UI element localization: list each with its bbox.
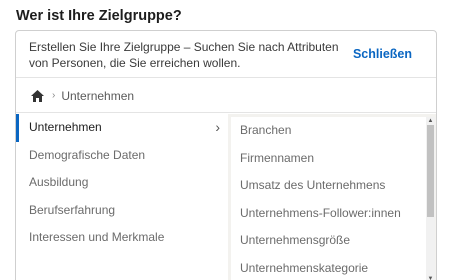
category-label: Unternehmen (29, 120, 102, 134)
category-label: Interessen und Merkmale (29, 230, 165, 244)
scroll-down-arrow-icon[interactable]: ▼ (426, 275, 435, 280)
intro-bar: Erstellen Sie Ihre Zielgruppe – Suchen S… (16, 31, 436, 78)
section-heading: Wer ist Ihre Zielgruppe? (16, 8, 182, 24)
chevron-right-icon: › (215, 119, 220, 135)
scroll-thumb[interactable] (427, 125, 434, 217)
scroll-up-arrow-icon[interactable]: ▲ (426, 117, 435, 125)
close-button[interactable]: Schließen (353, 47, 412, 61)
category-label: Berufserfahrung (29, 202, 116, 217)
subcategory-item[interactable]: Branchen (231, 117, 427, 145)
subcategory-scrollbar[interactable]: ▲ ▼ (426, 117, 435, 280)
category-item-unternehmen[interactable]: Unternehmen › (16, 114, 228, 142)
category-item-interessen-und-merkmale[interactable]: Interessen und Merkmale (16, 224, 228, 252)
subcategory-list: Branchen Firmennamen Umsatz des Unterneh… (231, 117, 427, 280)
subcategory-item[interactable]: Unternehmensgröße (231, 227, 427, 255)
category-label: Demografische Daten (29, 147, 146, 162)
subcategory-item[interactable]: Firmennamen (231, 145, 427, 173)
subcategory-item[interactable]: Unternehmenskategorie (231, 255, 427, 280)
breadcrumb-current: Unternehmen (61, 88, 135, 103)
intro-text: Erstellen Sie Ihre Zielgruppe – Suchen S… (29, 40, 339, 70)
subcategory-item[interactable]: Unternehmens-Follower:innen (231, 200, 427, 228)
subcategory-pane: Branchen Firmennamen Umsatz des Unterneh… (228, 114, 436, 280)
category-label: Ausbildung (29, 175, 89, 189)
category-item-berufserfahrung[interactable]: Berufserfahrung (16, 197, 228, 225)
home-icon[interactable] (30, 89, 45, 103)
category-item-ausbildung[interactable]: Ausbildung (16, 169, 228, 197)
breadcrumb: › Unternehmen (16, 79, 436, 113)
breadcrumb-separator-icon: › (52, 90, 56, 101)
category-item-demografische-daten[interactable]: Demografische Daten (16, 142, 228, 170)
subcategory-item[interactable]: Umsatz des Unternehmens (231, 172, 427, 200)
audience-panel: Erstellen Sie Ihre Zielgruppe – Suchen S… (15, 30, 437, 280)
audience-dialog: Wer ist Ihre Zielgruppe? Erstellen Sie I… (0, 0, 450, 280)
category-list: Unternehmen › Demografische Daten Ausbil… (16, 114, 228, 280)
